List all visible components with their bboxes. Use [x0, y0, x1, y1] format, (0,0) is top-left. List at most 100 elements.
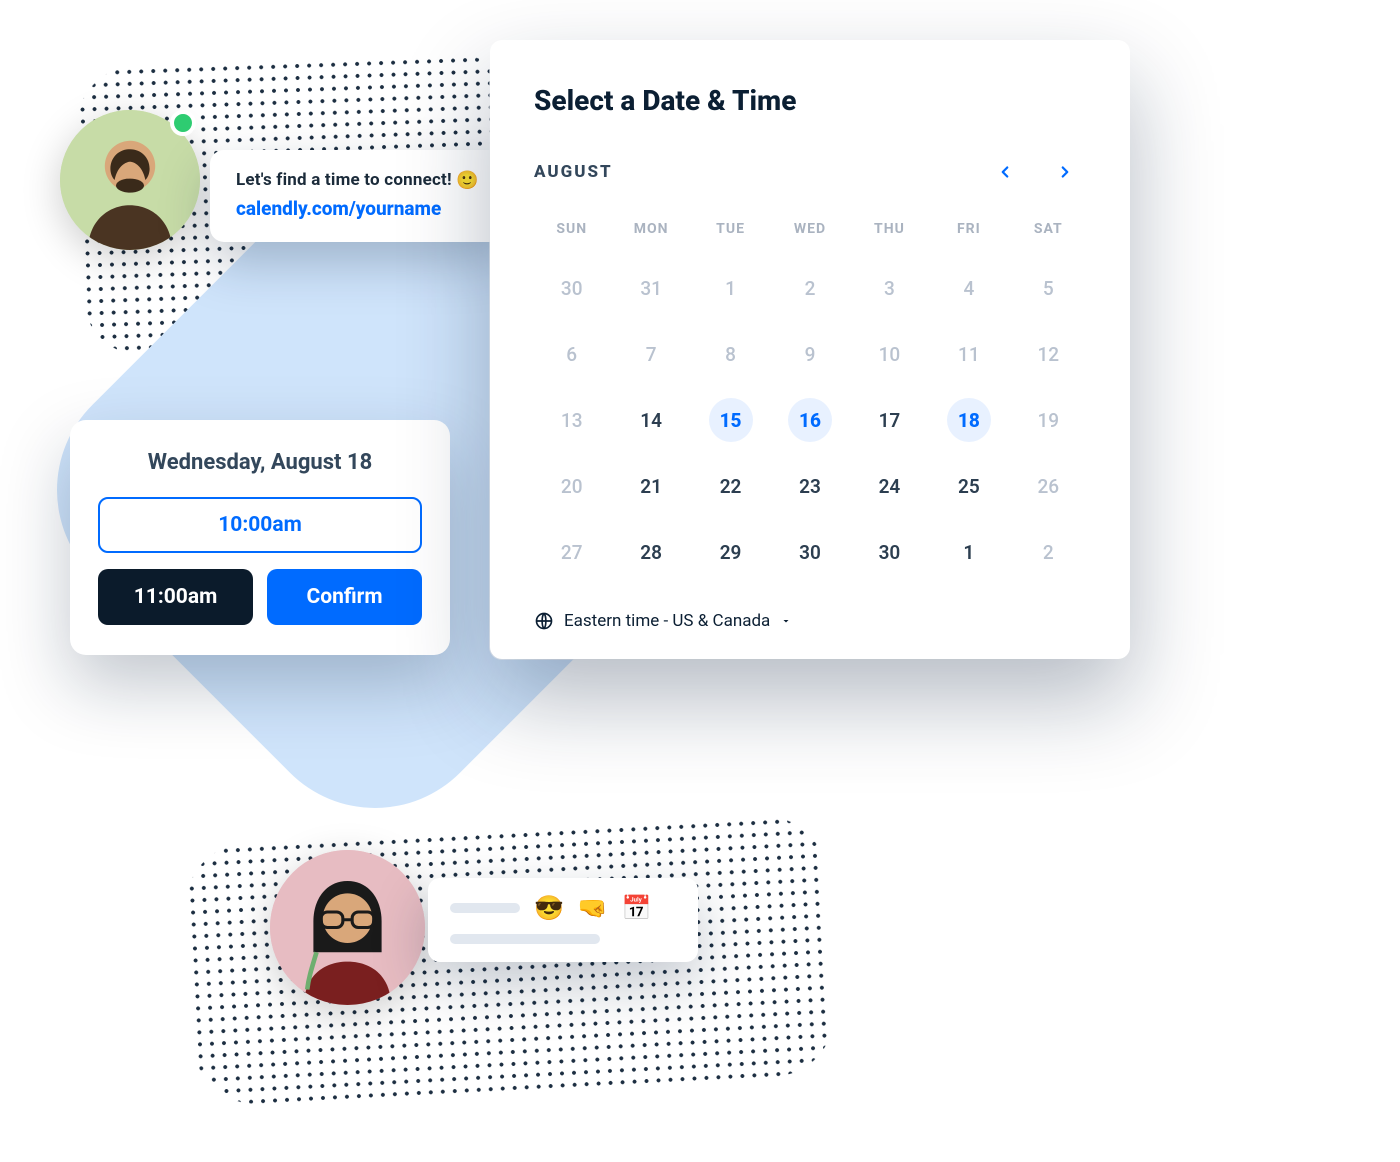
- calendar-day-number: 13: [550, 398, 594, 442]
- calendar-day-number: 7: [629, 332, 673, 376]
- calendar-day-number: 4: [947, 266, 991, 310]
- calendar-day-number: 29: [709, 530, 753, 574]
- calendar-day-number: 2: [1026, 530, 1070, 574]
- calendar-day-number: 30: [550, 266, 594, 310]
- calendar-day-number: 30: [867, 530, 911, 574]
- calendar-grid: SUNMONTUEWEDTHUFRISAT3031123456789101112…: [534, 213, 1086, 581]
- calendar-day: 1: [931, 523, 1006, 581]
- next-month-button[interactable]: [1044, 151, 1086, 193]
- calendar-day[interactable]: 16: [772, 391, 847, 449]
- calendar-day: 31: [613, 259, 688, 317]
- calendar-day-number: 6: [550, 332, 594, 376]
- chevron-right-icon: [1056, 163, 1074, 181]
- calendar-day-number: 27: [550, 530, 594, 574]
- time-slot-11am-selected[interactable]: 11:00am: [98, 569, 253, 625]
- time-picker-card: Wednesday, August 18 10:00am 11:00am Con…: [70, 420, 450, 655]
- calendar-day: 12: [1011, 325, 1086, 383]
- calendar-day-number: 17: [867, 398, 911, 442]
- day-of-week-header: FRI: [931, 213, 1006, 251]
- calendar-day: 3: [852, 259, 927, 317]
- calendar-day-number: 15: [709, 398, 753, 442]
- calendar-day: 28: [613, 523, 688, 581]
- skeleton-line: [450, 934, 600, 944]
- calendar-day-number: 10: [867, 332, 911, 376]
- avatar-user-2: [270, 850, 425, 1005]
- calendar-day-number: 5: [1026, 266, 1070, 310]
- calendar-day: 8: [693, 325, 768, 383]
- calendar-day[interactable]: 18: [931, 391, 1006, 449]
- month-label: AUGUST: [534, 162, 984, 182]
- calendar-card: Select a Date & Time AUGUST SUNMONTUEWED…: [490, 40, 1130, 659]
- day-of-week-header: SUN: [534, 213, 609, 251]
- calendar-day-number: 3: [867, 266, 911, 310]
- calendar-day: 6: [534, 325, 609, 383]
- confirm-button[interactable]: Confirm: [267, 569, 422, 625]
- day-of-week-header: THU: [852, 213, 927, 251]
- selected-date-heading: Wednesday, August 18: [98, 450, 422, 475]
- caret-down-icon: [780, 615, 792, 627]
- day-of-week-header: MON: [613, 213, 688, 251]
- skeleton-line: [450, 903, 520, 913]
- calendar-day: 5: [1011, 259, 1086, 317]
- calendar-day-number: 19: [1026, 398, 1070, 442]
- calendar-day: 30: [852, 523, 927, 581]
- calendar-title: Select a Date & Time: [534, 84, 1086, 117]
- calendar-day: 14: [613, 391, 688, 449]
- calendar-day-number: 23: [788, 464, 832, 508]
- calendar-day: 30: [772, 523, 847, 581]
- person-icon: [270, 850, 425, 1005]
- calendar-day: 23: [772, 457, 847, 515]
- calendar-day-number: 28: [629, 530, 673, 574]
- calendar-day-number: 12: [1026, 332, 1070, 376]
- calendar-day: 9: [772, 325, 847, 383]
- calendar-day: 21: [613, 457, 688, 515]
- message-text: Let's find a time to connect!: [236, 170, 452, 190]
- calendly-link[interactable]: calendly.com/yourname: [236, 197, 479, 220]
- time-slot-10am[interactable]: 10:00am: [98, 497, 422, 553]
- calendar-day: 22: [693, 457, 768, 515]
- calendar-day: 11: [931, 325, 1006, 383]
- calendar-day: 2: [772, 259, 847, 317]
- calendar-day-number: 30: [788, 530, 832, 574]
- calendar-day-number: 26: [1026, 464, 1070, 508]
- calendar-day-number: 22: [709, 464, 753, 508]
- calendar-day: 10: [852, 325, 927, 383]
- calendar-day-number: 25: [947, 464, 991, 508]
- calendar-day-number: 18: [947, 398, 991, 442]
- prev-month-button[interactable]: [984, 151, 1026, 193]
- day-of-week-header: TUE: [693, 213, 768, 251]
- presence-indicator: [170, 110, 196, 136]
- calendar-day: 17: [852, 391, 927, 449]
- calendar-day: 20: [534, 457, 609, 515]
- reply-emojis: 😎 🤜 📅: [534, 894, 656, 922]
- calendar-day-number: 9: [788, 332, 832, 376]
- timezone-picker[interactable]: Eastern time - US & Canada: [564, 611, 792, 631]
- calendar-day: 7: [613, 325, 688, 383]
- calendar-day-number: 31: [629, 266, 673, 310]
- day-of-week-header: WED: [772, 213, 847, 251]
- calendar-day: 1: [693, 259, 768, 317]
- calendar-day: 26: [1011, 457, 1086, 515]
- calendar-day-number: 1: [709, 266, 753, 310]
- calendar-day: 27: [534, 523, 609, 581]
- calendar-day: 19: [1011, 391, 1086, 449]
- reply-bubble: 😎 🤜 📅: [428, 878, 698, 962]
- calendar-day-number: 16: [788, 398, 832, 442]
- calendar-day-number: 21: [629, 464, 673, 508]
- calendar-day-number: 1: [947, 530, 991, 574]
- globe-icon: [534, 611, 554, 631]
- calendar-day-number: 2: [788, 266, 832, 310]
- smile-emoji: 🙂: [456, 170, 479, 191]
- calendar-day: 13: [534, 391, 609, 449]
- calendar-day-number: 20: [550, 464, 594, 508]
- calendar-day-number: 14: [629, 398, 673, 442]
- calendar-day-number: 24: [867, 464, 911, 508]
- message-bubble: Let's find a time to connect! 🙂 calendly…: [210, 150, 505, 242]
- timezone-label: Eastern time - US & Canada: [564, 611, 770, 631]
- calendar-day: 25: [931, 457, 1006, 515]
- calendar-day-number: 8: [709, 332, 753, 376]
- calendar-day: 24: [852, 457, 927, 515]
- calendar-day-number: 11: [947, 332, 991, 376]
- calendar-day: 4: [931, 259, 1006, 317]
- calendar-day[interactable]: 15: [693, 391, 768, 449]
